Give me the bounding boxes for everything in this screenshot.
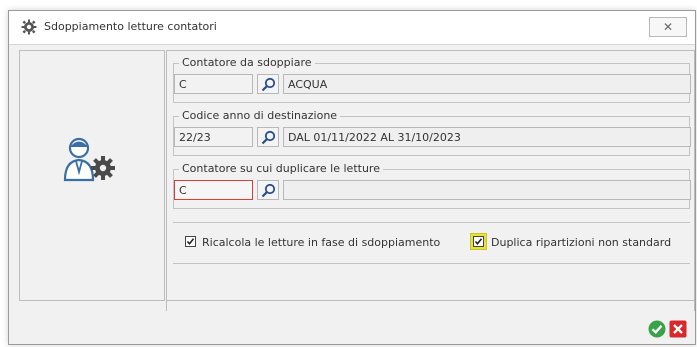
source-meter-search-button[interactable] (257, 74, 279, 94)
source-meter-code-input[interactable]: C (174, 74, 253, 94)
destination-year-description: DAL 01/11/2022 AL 31/10/2023 (283, 127, 691, 147)
search-icon (261, 77, 276, 92)
form-panel: Contatore da sdoppiare C ACQUA Codice an… (166, 50, 695, 301)
recalc-label: Ricalcola le letture in fase di sdoppiam… (202, 236, 441, 249)
close-button[interactable]: ✕ (649, 17, 687, 37)
target-meter-description (283, 180, 691, 200)
source-meter-group: Contatore da sdoppiare C ACQUA (173, 56, 691, 103)
recalc-checkbox[interactable] (185, 236, 196, 247)
destination-year-search-button[interactable] (257, 127, 279, 147)
checkmark-icon (474, 238, 483, 246)
source-meter-description: ACQUA (283, 74, 691, 94)
destination-year-group: Codice anno di destinazione 22/23 DAL 01… (173, 109, 691, 156)
user-gear-icon (63, 136, 121, 189)
search-icon (261, 130, 276, 145)
duplicate-checkbox[interactable] (473, 236, 484, 247)
close-icon: ✕ (662, 20, 674, 34)
ok-button[interactable] (648, 320, 666, 338)
cancel-button[interactable] (669, 320, 687, 338)
source-meter-label: Contatore da sdoppiare (179, 56, 315, 69)
gear-icon (21, 19, 37, 35)
footer-divider (166, 301, 695, 311)
checkmark-icon (186, 238, 195, 246)
target-meter-group: Contatore su cui duplicare le letture C (173, 162, 691, 209)
destination-year-label: Codice anno di destinazione (179, 109, 341, 122)
title-bar: Sdoppiamento letture contatori ✕ (9, 11, 695, 45)
window-title: Sdoppiamento letture contatori (44, 20, 217, 33)
options-row: Ricalcola le letture in fase di sdoppiam… (173, 222, 690, 264)
left-icon-panel (19, 50, 165, 301)
confirm-check-icon (648, 320, 666, 338)
target-meter-label: Contatore su cui duplicare le letture (179, 162, 383, 175)
search-icon (261, 183, 276, 198)
target-meter-search-button[interactable] (257, 180, 279, 200)
cancel-x-icon (669, 320, 687, 338)
dialog-window: Sdoppiamento letture contatori ✕ Contato… (8, 10, 696, 345)
duplicate-label: Duplica ripartizioni non standard (491, 236, 672, 249)
destination-year-code-input[interactable]: 22/23 (174, 127, 253, 147)
target-meter-code-input[interactable]: C (174, 180, 253, 200)
